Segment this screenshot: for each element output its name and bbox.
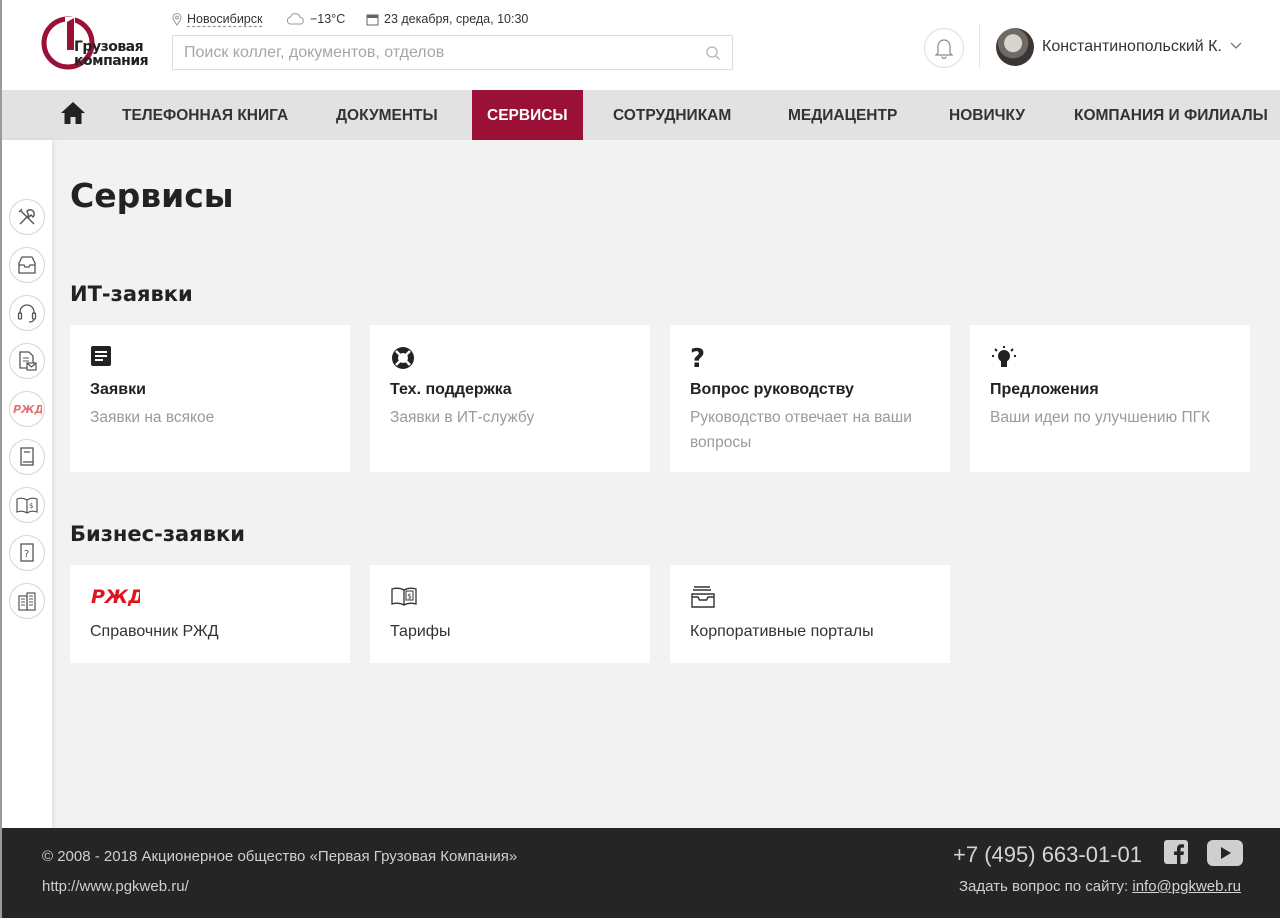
tools-icon <box>18 208 35 225</box>
user-name[interactable]: Константинопольский К. <box>1042 38 1222 56</box>
card-label: Справочник РЖД <box>90 623 219 640</box>
nav-item-company[interactable]: КОМПАНИЯ И ФИЛИАЛЫ <box>1074 90 1268 140</box>
card-description: Ваши идеи по улучшению ПГК <box>990 409 1211 426</box>
chevron-down-icon[interactable] <box>1230 42 1242 50</box>
nav-item-documents[interactable]: ДОКУМЕНТЫ <box>336 90 438 140</box>
card-title: Тех. поддержка <box>390 381 512 398</box>
it-section-title: ИТ-заявки <box>70 282 193 306</box>
weather: −13°C <box>285 12 345 26</box>
sidebar: РЖД $ ? <box>2 140 52 828</box>
date-label: 23 декабря, среда, 10:30 <box>384 12 529 26</box>
temperature: −13°C <box>310 12 346 26</box>
document-mail-icon <box>19 351 37 371</box>
headset-icon <box>17 304 37 323</box>
svg-text:РЖД: РЖД <box>91 586 140 607</box>
youtube-icon[interactable] <box>1207 840 1243 866</box>
sidebar-item-faq[interactable]: ? <box>9 535 45 571</box>
card-description: Заявки на всякое <box>90 409 215 426</box>
location-pin-icon <box>172 12 182 26</box>
ask-question: Задать вопрос по сайту: info@pgkweb.ru <box>959 878 1241 895</box>
sidebar-item-documents[interactable] <box>9 343 45 379</box>
logo-text: Грузовая компания <box>74 39 149 69</box>
calendar-icon <box>366 14 379 25</box>
question-icon: ? <box>690 345 705 371</box>
tariff-book-icon: $ <box>16 497 38 514</box>
home-icon[interactable] <box>60 100 86 126</box>
document-list-icon <box>91 346 111 366</box>
card-title: Заявки <box>90 381 146 398</box>
sidebar-item-tools[interactable] <box>9 199 45 235</box>
nav-item-mediacenter[interactable]: МЕДИАЦЕНТР <box>788 90 897 140</box>
search-input[interactable] <box>172 35 733 70</box>
lifebuoy-icon <box>392 347 414 369</box>
question-doc-icon: ? <box>20 543 34 562</box>
card-title: Вопрос руководству <box>690 381 854 398</box>
business-section-title: Бизнес-заявки <box>70 522 245 546</box>
main-nav: ТЕЛЕФОННАЯ КНИГА ДОКУМЕНТЫ СЕРВИСЫ СОТРУ… <box>0 90 1280 140</box>
support-email-link[interactable]: info@pgkweb.ru <box>1132 878 1241 895</box>
svg-text:РЖД: РЖД <box>13 403 42 416</box>
card-label: Тарифы <box>390 623 451 640</box>
service-card-tariffs[interactable]: $ Тарифы <box>370 565 650 663</box>
service-card-rzd[interactable]: РЖД Справочник РЖД <box>70 565 350 663</box>
service-card-requests[interactable]: Заявки Заявки на всякое <box>70 325 350 472</box>
notifications-button[interactable] <box>924 28 964 68</box>
header-divider <box>979 24 980 68</box>
company-logo[interactable]: Грузовая компания <box>40 14 149 72</box>
nav-item-newcomer[interactable]: НОВИЧКУ <box>949 90 1025 140</box>
site-url[interactable]: http://www.pgkweb.ru/ <box>42 878 189 895</box>
window-edge <box>0 0 2 918</box>
lightbulb-icon <box>992 346 1016 367</box>
phone-number[interactable]: +7 (495) 663-01-01 <box>953 842 1142 868</box>
facebook-icon[interactable] <box>1164 840 1188 864</box>
sidebar-item-inbox[interactable] <box>9 247 45 283</box>
header: Грузовая компания Новосибирск −13°C 23 д… <box>0 0 1280 90</box>
page-title: Сервисы <box>70 176 234 215</box>
sidebar-item-branches[interactable] <box>9 583 45 619</box>
sidebar-item-book[interactable] <box>9 439 45 475</box>
nav-item-phonebook[interactable]: ТЕЛЕФОННАЯ КНИГА <box>122 90 288 140</box>
nav-item-employees[interactable]: СОТРУДНИКАМ <box>613 90 731 140</box>
card-description: Руководство отвечает на ваши вопросы <box>690 409 912 451</box>
tariff-book-icon: $ <box>391 587 417 606</box>
svg-text:$: $ <box>407 593 411 601</box>
card-title: Предложения <box>990 381 1099 398</box>
buildings-icon <box>18 592 36 611</box>
copyright: © 2008 - 2018 Акционерное общество «Перв… <box>42 848 518 865</box>
bell-icon <box>934 39 954 59</box>
service-card-management-question[interactable]: ? Вопрос руководству Руководство отвечае… <box>670 325 950 472</box>
sidebar-item-tariffs[interactable]: $ <box>9 487 45 523</box>
ask-label: Задать вопрос по сайту: <box>959 878 1129 895</box>
rzd-logo-icon: РЖД <box>91 586 140 607</box>
service-card-tech-support[interactable]: Тех. поддержка Заявки в ИТ-службу <box>370 325 650 472</box>
city-label[interactable]: Новосибирск <box>187 12 262 26</box>
nav-item-services[interactable]: СЕРВИСЫ <box>472 90 583 140</box>
sidebar-item-support[interactable] <box>9 295 45 331</box>
inbox-icon <box>691 586 715 608</box>
inbox-icon <box>18 256 36 274</box>
city-selector[interactable]: Новосибирск <box>172 12 262 26</box>
book-icon <box>20 447 34 466</box>
sidebar-item-rzd[interactable]: РЖД <box>9 391 45 427</box>
date-time: 23 декабря, среда, 10:30 <box>366 12 528 26</box>
avatar[interactable] <box>996 28 1034 66</box>
service-card-corporate-portals[interactable]: Корпоративные порталы <box>670 565 950 663</box>
service-card-suggestions[interactable]: Предложения Ваши идеи по улучшению ПГК <box>970 325 1250 472</box>
svg-text:?: ? <box>24 549 29 560</box>
card-description: Заявки в ИТ-службу <box>390 409 535 426</box>
footer: © 2008 - 2018 Акционерное общество «Перв… <box>0 828 1280 918</box>
svg-text:$: $ <box>29 502 33 510</box>
card-label: Корпоративные порталы <box>690 623 874 640</box>
svg-text:?: ? <box>690 345 705 371</box>
cloud-icon <box>286 13 304 25</box>
search-icon[interactable] <box>705 45 721 61</box>
rzd-logo-icon: РЖД <box>13 403 42 416</box>
